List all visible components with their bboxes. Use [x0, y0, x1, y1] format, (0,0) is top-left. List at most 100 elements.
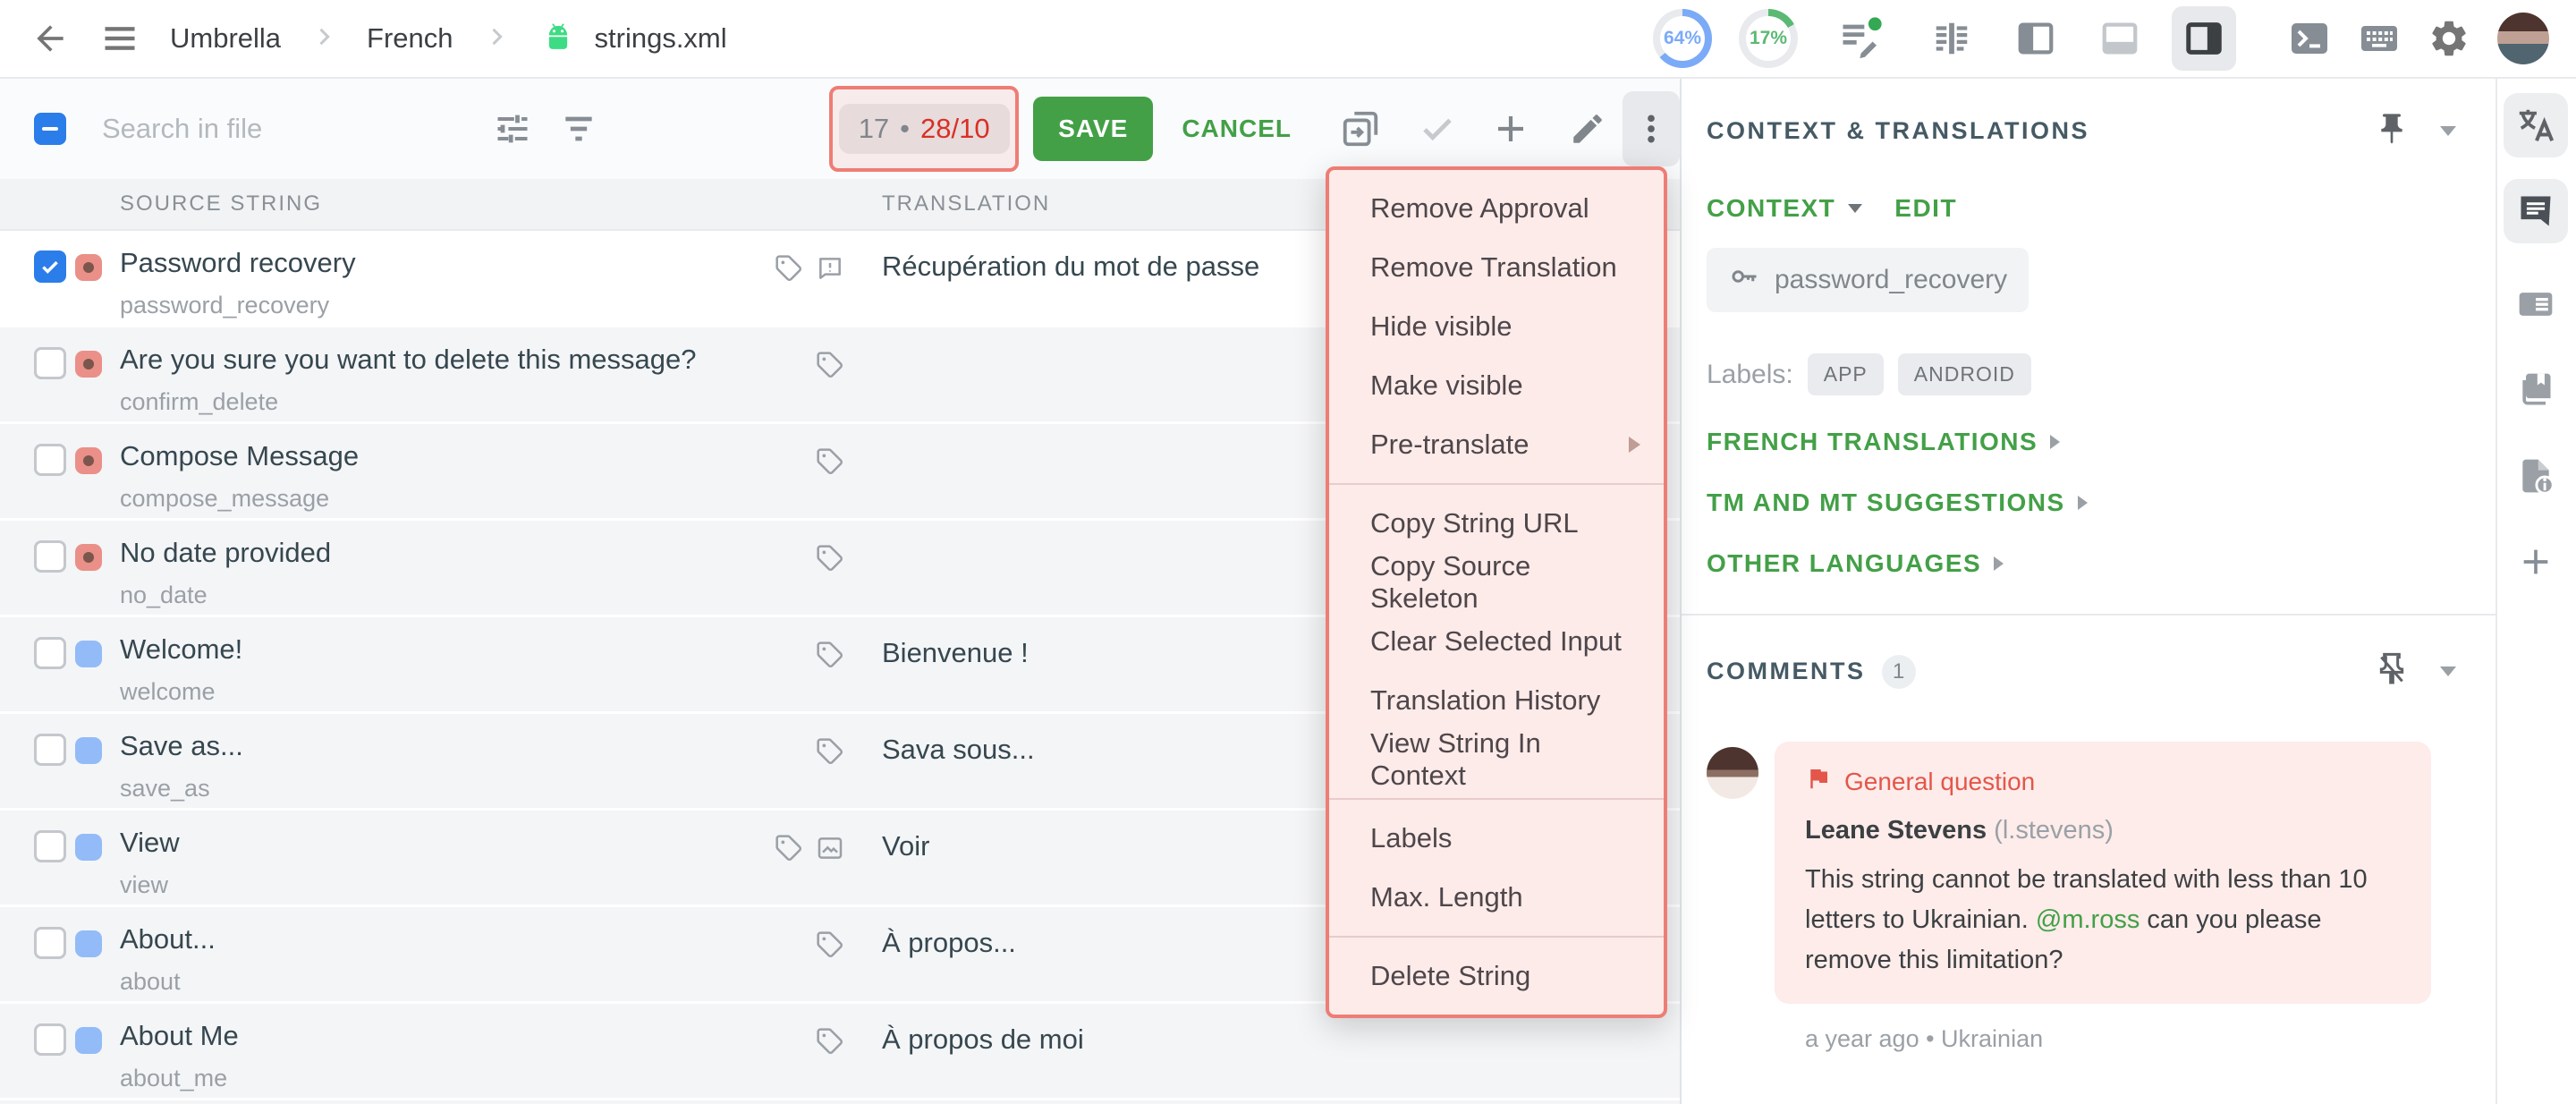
section-french-translations[interactable]: FRENCH TRANSLATIONS — [1707, 428, 2456, 456]
unpin-icon[interactable] — [2374, 651, 2410, 692]
comment-issue-icon — [816, 254, 844, 325]
translation-status-dot — [75, 1027, 102, 1054]
context-section-toggle[interactable]: CONTEXT — [1707, 194, 1835, 223]
flag-icon — [1805, 765, 1832, 798]
menu-item[interactable]: Remove Approval — [1329, 179, 1664, 238]
save-button[interactable]: SAVE — [1033, 97, 1153, 161]
string-card-icon[interactable] — [2504, 272, 2568, 336]
row-checkbox[interactable] — [34, 637, 66, 669]
view-left-panel-icon[interactable] — [2004, 6, 2068, 71]
translation-status-dot — [75, 641, 102, 667]
string-key: confirm_delete — [120, 388, 748, 416]
section-other-languages[interactable]: OTHER LANGUAGES — [1707, 549, 2456, 578]
tag-icon — [816, 1027, 844, 1098]
tune-icon[interactable] — [493, 109, 532, 149]
menu-item[interactable]: Hide visible — [1329, 297, 1664, 356]
breadcrumb-file[interactable]: strings.xml — [595, 22, 727, 55]
translation-status-dot — [75, 447, 102, 474]
row-checkbox[interactable] — [34, 444, 66, 476]
label-badge: ANDROID — [1898, 353, 2031, 395]
tag-icon — [816, 544, 844, 615]
view-mode-group — [1919, 6, 2236, 71]
chevron-down-icon[interactable] — [2440, 667, 2456, 676]
menu-icon[interactable] — [100, 19, 140, 58]
string-key: about_me — [120, 1065, 748, 1092]
menu-item[interactable]: Max. Length — [1329, 868, 1664, 927]
menu-item[interactable]: Labels — [1329, 809, 1664, 868]
row-checkbox[interactable] — [34, 734, 66, 766]
view-side-by-side-icon[interactable] — [1919, 6, 1984, 71]
string-key: about — [120, 968, 748, 996]
chevron-down-icon — [1848, 204, 1862, 213]
edit-list-icon[interactable] — [1837, 15, 1884, 62]
menu-item[interactable]: Copy Source Skeleton — [1329, 553, 1664, 612]
screenshot-icon — [816, 834, 844, 904]
mention-link[interactable]: @m.ross — [2036, 905, 2140, 934]
approved-progress-ring: 17% — [1739, 9, 1798, 68]
search-input[interactable]: Search in file — [102, 113, 457, 145]
user-avatar[interactable] — [2497, 13, 2549, 64]
pin-icon[interactable] — [2374, 111, 2410, 151]
glossary-book-icon[interactable] — [2504, 358, 2568, 422]
context-panel: CONTEXT & TRANSLATIONS CONTEXT EDIT pass… — [1680, 79, 2496, 1104]
breadcrumb-language[interactable]: French — [367, 22, 453, 55]
comment-author-name[interactable]: Leane Stevens — [1805, 816, 1987, 845]
menu-item[interactable]: View String In Context — [1329, 730, 1664, 789]
translate-icon[interactable] — [2504, 93, 2568, 157]
row-checkbox[interactable] — [34, 927, 66, 959]
string-key: no_date — [120, 582, 748, 609]
menu-item[interactable]: Clear Selected Input — [1329, 612, 1664, 671]
menu-item[interactable]: Pre-translate — [1329, 415, 1664, 474]
view-right-panel-icon[interactable] — [2172, 6, 2236, 71]
commenter-avatar — [1707, 747, 1758, 799]
breadcrumb-project[interactable]: Umbrella — [170, 22, 281, 55]
approved-progress-value: 17% — [1750, 28, 1787, 49]
menu-item[interactable]: Make visible — [1329, 356, 1664, 415]
keyboard-icon[interactable] — [2358, 17, 2401, 60]
section-tm-mt-suggestions[interactable]: TM AND MT SUGGESTIONS — [1707, 488, 2456, 517]
row-checkbox[interactable] — [34, 540, 66, 573]
cancel-button[interactable]: CANCEL — [1182, 115, 1292, 143]
submenu-arrow-icon — [1629, 437, 1640, 453]
translation-status-dot — [75, 351, 102, 378]
string-key-value: password_recovery — [1775, 265, 2007, 295]
row-checkbox[interactable] — [34, 347, 66, 379]
approve-check-icon[interactable] — [1419, 110, 1456, 148]
menu-item[interactable]: Delete String — [1329, 947, 1664, 1006]
android-icon — [539, 20, 577, 57]
tag-icon — [816, 737, 844, 808]
row-checkbox[interactable] — [34, 830, 66, 862]
menu-item[interactable]: Remove Translation — [1329, 238, 1664, 297]
tag-icon — [816, 641, 844, 711]
kebab-menu-icon[interactable] — [1623, 91, 1680, 166]
gear-icon[interactable] — [2428, 17, 2470, 60]
string-key: welcome — [120, 678, 748, 706]
copy-source-icon[interactable] — [1340, 108, 1381, 149]
tag-icon — [816, 930, 844, 1001]
view-bottom-panel-icon[interactable] — [2088, 6, 2152, 71]
add-panel-icon[interactable] — [2504, 530, 2568, 594]
row-checkbox[interactable] — [34, 1023, 66, 1056]
string-key: password_recovery — [120, 292, 748, 319]
table-row[interactable]: About Me about_me À propos de moi — [0, 1004, 1680, 1100]
label-badge: APP — [1808, 353, 1884, 395]
source-string-text: No date provided — [120, 521, 748, 569]
chevron-right-icon — [1994, 556, 2004, 571]
chevron-down-icon[interactable] — [2440, 126, 2456, 136]
row-checkbox[interactable] — [34, 251, 66, 283]
back-arrow-icon[interactable] — [30, 19, 70, 58]
select-all-checkbox[interactable] — [34, 113, 66, 145]
edit-context-button[interactable]: EDIT — [1894, 194, 1957, 223]
pencil-icon[interactable] — [1569, 110, 1606, 148]
filter-icon[interactable] — [559, 109, 598, 149]
translated-progress-value: 64% — [1664, 28, 1701, 49]
tag-icon — [816, 447, 844, 518]
terminal-icon[interactable] — [2288, 17, 2331, 60]
menu-item[interactable]: Translation History — [1329, 671, 1664, 730]
file-info-icon[interactable] — [2504, 444, 2568, 508]
chevron-right-icon — [2078, 496, 2088, 510]
comments-icon[interactable] — [2504, 179, 2568, 243]
menu-item[interactable]: Copy String URL — [1329, 494, 1664, 553]
plus-icon[interactable] — [1492, 110, 1530, 148]
comment-meta: a year ago • Ukrainian — [1805, 1025, 2456, 1053]
